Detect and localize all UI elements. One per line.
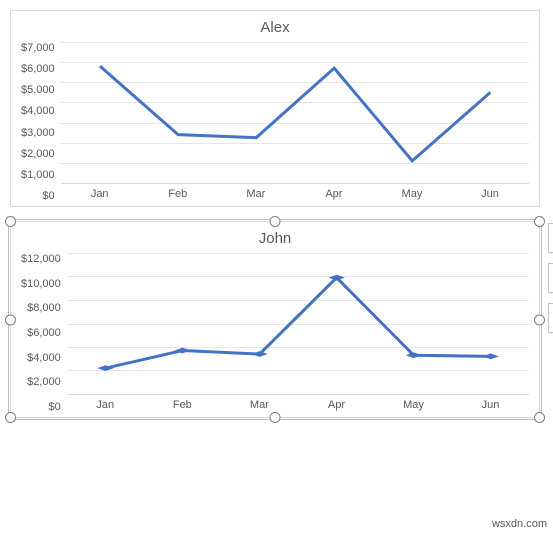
line-series: [61, 42, 529, 183]
workspace: Alex $7,000 $6,000 $5,000 $4,000 $3,000 …: [10, 10, 540, 418]
x-tick: Mar: [217, 188, 295, 200]
y-tick: $1,000: [21, 169, 55, 181]
x-tick: Jun: [452, 399, 529, 411]
y-axis: $12,000 $10,000 $8,000 $6,000 $4,000 $2,…: [21, 253, 67, 413]
x-tick: Jan: [61, 188, 139, 200]
chart-john[interactable]: John $12,000 $10,000 $8,000 $6,000 $4,00…: [10, 221, 540, 418]
chart-alex[interactable]: Alex $7,000 $6,000 $5,000 $4,000 $3,000 …: [10, 10, 540, 207]
x-tick: May: [373, 188, 451, 200]
y-tick: $7,000: [21, 42, 55, 54]
chart-area: $7,000 $6,000 $5,000 $4,000 $3,000 $2,00…: [21, 42, 529, 202]
y-tick: $2,000: [21, 148, 55, 160]
x-tick: Jan: [67, 399, 144, 411]
chart-filter-button[interactable]: [548, 303, 553, 333]
x-tick: Mar: [221, 399, 298, 411]
y-tick: $10,000: [21, 278, 61, 290]
x-axis: Jan Feb Mar Apr May Jun: [67, 395, 529, 413]
plot-area: [67, 253, 529, 395]
y-tick: $6,000: [27, 327, 61, 339]
resize-handle-top[interactable]: [270, 216, 281, 227]
chart-area: $12,000 $10,000 $8,000 $6,000 $4,000 $2,…: [21, 253, 529, 413]
x-tick: Feb: [144, 399, 221, 411]
y-tick: $5,000: [21, 84, 55, 96]
x-tick: Apr: [295, 188, 373, 200]
resize-handle-bottom-right[interactable]: [534, 412, 545, 423]
x-tick: May: [375, 399, 452, 411]
watermark: wsxdn.com: [492, 518, 547, 530]
y-tick: $2,000: [27, 376, 61, 388]
y-tick: $4,000: [27, 352, 61, 364]
chart-tools: +: [548, 223, 553, 333]
y-tick: $12,000: [21, 253, 61, 265]
chart-elements-button[interactable]: +: [548, 223, 553, 253]
chart-title: John: [21, 230, 529, 247]
resize-handle-top-right[interactable]: [534, 216, 545, 227]
resize-handle-left[interactable]: [5, 314, 16, 325]
y-axis: $7,000 $6,000 $5,000 $4,000 $3,000 $2,00…: [21, 42, 61, 202]
x-axis: Jan Feb Mar Apr May Jun: [61, 184, 529, 202]
x-tick: Apr: [298, 399, 375, 411]
chart-john-selection-wrap: John $12,000 $10,000 $8,000 $6,000 $4,00…: [10, 221, 540, 418]
x-tick: Feb: [139, 188, 217, 200]
resize-handle-top-left[interactable]: [5, 216, 16, 227]
resize-handle-bottom[interactable]: [270, 412, 281, 423]
marker-group: [99, 275, 497, 370]
y-tick: $0: [49, 401, 61, 413]
y-tick: $8,000: [27, 302, 61, 314]
resize-handle-bottom-left[interactable]: [5, 412, 16, 423]
chart-title: Alex: [21, 19, 529, 36]
chart-styles-button[interactable]: [548, 263, 553, 293]
y-tick: $0: [42, 190, 54, 202]
x-tick: Jun: [451, 188, 529, 200]
resize-handle-right[interactable]: [534, 314, 545, 325]
plot-area: [61, 42, 529, 184]
y-tick: $3,000: [21, 127, 55, 139]
y-tick: $6,000: [21, 63, 55, 75]
y-tick: $4,000: [21, 105, 55, 117]
